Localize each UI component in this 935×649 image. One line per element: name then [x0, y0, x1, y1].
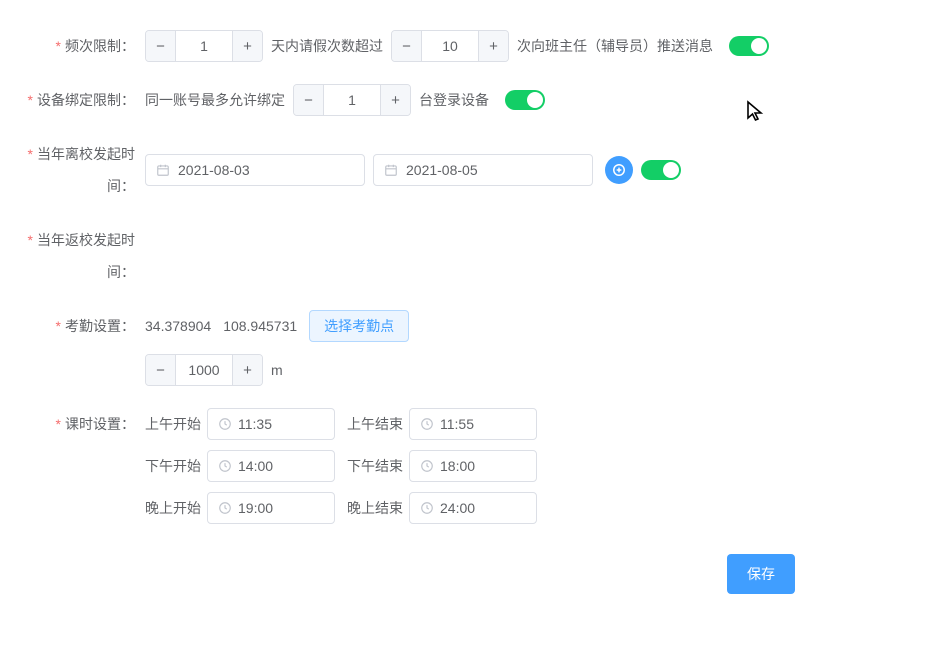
label-device: 设备绑定限制：: [0, 84, 145, 116]
freq-count-inc[interactable]: +: [478, 31, 508, 61]
select-attendance-point-button[interactable]: 选择考勤点: [309, 310, 409, 342]
row-leave: 当年离校发起时间：: [0, 138, 915, 202]
row-return: 当年返校发起时间：: [0, 224, 915, 288]
device-count-stepper[interactable]: − +: [293, 84, 411, 116]
clock-icon: [218, 501, 232, 515]
row-frequency: 频次限制： − + 天内请假次数超过 − + 次向班主任（辅导员）推送消息: [0, 30, 915, 62]
ev-end-input[interactable]: [440, 500, 526, 516]
ev-start-label: 晚上开始: [145, 498, 207, 518]
radius-inc[interactable]: +: [232, 355, 262, 385]
row-device: 设备绑定限制： 同一账号最多允许绑定 − + 台登录设备: [0, 84, 915, 116]
leave-start-date[interactable]: [145, 154, 365, 186]
attendance-lng: 108.945731: [223, 318, 297, 334]
pm-end-input[interactable]: [440, 458, 526, 474]
ev-start-time[interactable]: [207, 492, 335, 524]
freq-count-stepper[interactable]: − +: [391, 30, 509, 62]
pm-end-time[interactable]: [409, 450, 537, 482]
device-toggle[interactable]: [505, 90, 545, 110]
leave-end-date[interactable]: [373, 154, 593, 186]
attendance-radius-stepper[interactable]: − +: [145, 354, 263, 386]
freq-count-value[interactable]: [422, 31, 478, 61]
freq-days-inc[interactable]: +: [232, 31, 262, 61]
leave-end-input[interactable]: [406, 162, 582, 178]
ev-end-label: 晚上结束: [347, 498, 409, 518]
pm-start-input[interactable]: [238, 458, 324, 474]
add-leave-period-button[interactable]: [605, 156, 633, 184]
device-count-inc[interactable]: +: [380, 85, 410, 115]
am-start-input[interactable]: [238, 416, 324, 432]
clock-icon: [218, 459, 232, 473]
freq-days-dec[interactable]: −: [146, 31, 176, 61]
label-leave: 当年离校发起时间：: [0, 138, 145, 202]
clock-icon: [420, 459, 434, 473]
save-button[interactable]: 保存: [727, 554, 795, 594]
radius-dec[interactable]: −: [146, 355, 176, 385]
am-end-label: 上午结束: [347, 414, 409, 434]
leave-start-input[interactable]: [178, 162, 354, 178]
pm-start-time[interactable]: [207, 450, 335, 482]
freq-tail-text: 次向班主任（辅导员）推送消息: [517, 36, 713, 56]
device-count-value[interactable]: [324, 85, 380, 115]
clock-icon: [420, 417, 434, 431]
am-start-label: 上午开始: [145, 414, 207, 434]
ev-start-input[interactable]: [238, 500, 324, 516]
leave-toggle[interactable]: [641, 160, 681, 180]
device-tail-text: 台登录设备: [419, 90, 489, 110]
row-schedule: 课时设置： 上午开始 上午结束 下午开始 下: [0, 408, 915, 524]
calendar-icon: [384, 163, 398, 177]
am-end-input[interactable]: [440, 416, 526, 432]
freq-days-value[interactable]: [176, 31, 232, 61]
attendance-lat: 34.378904: [145, 318, 211, 334]
radius-unit: m: [271, 362, 283, 378]
label-attendance: 考勤设置：: [0, 310, 145, 342]
schedule-am-row: 上午开始 上午结束: [145, 408, 537, 440]
label-schedule: 课时设置：: [0, 408, 145, 440]
row-attendance: 考勤设置： 34.378904 108.945731 选择考勤点 − + m: [0, 310, 915, 386]
calendar-icon: [156, 163, 170, 177]
settings-form: 频次限制： − + 天内请假次数超过 − + 次向班主任（辅导员）推送消息 设备…: [0, 0, 935, 649]
freq-mid-text: 天内请假次数超过: [271, 36, 383, 56]
save-row: 保存: [0, 554, 915, 594]
freq-days-stepper[interactable]: − +: [145, 30, 263, 62]
am-start-time[interactable]: [207, 408, 335, 440]
freq-count-dec[interactable]: −: [392, 31, 422, 61]
clock-icon: [218, 417, 232, 431]
label-frequency: 频次限制：: [0, 30, 145, 62]
device-count-dec[interactable]: −: [294, 85, 324, 115]
clock-icon: [420, 501, 434, 515]
schedule-pm-row: 下午开始 下午结束: [145, 450, 537, 482]
pm-start-label: 下午开始: [145, 456, 207, 476]
schedule-ev-row: 晚上开始 晚上结束: [145, 492, 537, 524]
ev-end-time[interactable]: [409, 492, 537, 524]
radius-value[interactable]: [176, 355, 232, 385]
freq-toggle[interactable]: [729, 36, 769, 56]
am-end-time[interactable]: [409, 408, 537, 440]
device-pre-text: 同一账号最多允许绑定: [145, 90, 285, 110]
label-return: 当年返校发起时间：: [0, 224, 145, 288]
pm-end-label: 下午结束: [347, 456, 409, 476]
